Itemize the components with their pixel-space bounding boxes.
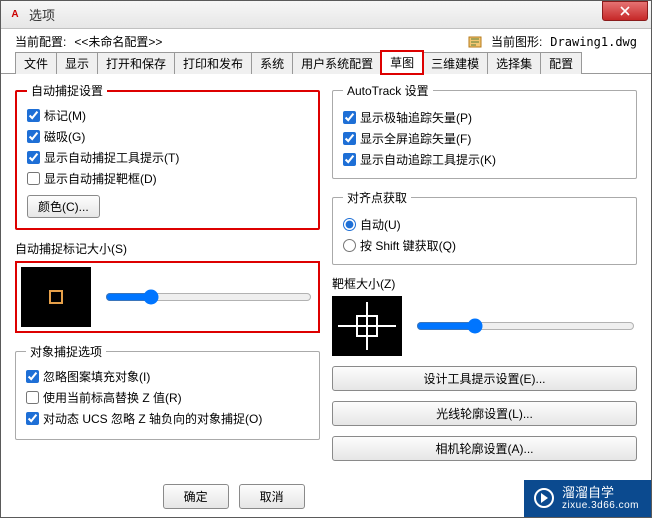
window-title: 选项 — [29, 5, 649, 24]
autosnap-tooltip-row[interactable]: 显示自动捕捉工具提示(T) — [27, 147, 308, 168]
marker-size-label: 自动捕捉标记大小(S) — [15, 240, 320, 257]
profile-bar: 当前配置: <<未命名配置>> 当前图形: Drawing1.dwg — [1, 29, 651, 52]
ok-button[interactable]: 确定 — [163, 484, 229, 509]
tab-3d-modeling[interactable]: 三维建模 — [422, 52, 488, 74]
shift-acq-radio[interactable] — [343, 239, 356, 252]
right-column: AutoTrack 设置 显示极轴追踪矢量(P) 显示全屏追踪矢量(F) 显示自… — [332, 82, 637, 461]
aperture-size-section: 靶框大小(Z) — [332, 275, 637, 356]
drawing-icon — [467, 34, 483, 50]
current-drawing-label: 当前图形: — [491, 33, 542, 50]
close-button[interactable] — [602, 1, 648, 21]
tab-files[interactable]: 文件 — [15, 52, 57, 74]
aperture-box-checkbox[interactable] — [27, 172, 40, 185]
alignment-acquisition-group: 对齐点获取 自动(U) 按 Shift 键获取(Q) — [332, 189, 637, 265]
marker-label: 标记(M) — [44, 107, 86, 124]
tab-drafting[interactable]: 草图 — [381, 51, 423, 74]
track-tooltip-checkbox[interactable] — [343, 153, 356, 166]
polar-vec-checkbox[interactable] — [343, 111, 356, 124]
marker-size-section: 自动捕捉标记大小(S) — [15, 240, 320, 333]
aperture-box-icon — [356, 315, 378, 337]
replace-z-row[interactable]: 使用当前标高替换 Z 值(R) — [26, 387, 309, 408]
tab-open-save[interactable]: 打开和保存 — [97, 52, 175, 74]
design-tooltip-settings-button[interactable]: 设计工具提示设置(E)... — [332, 366, 637, 391]
alignment-acq-legend: 对齐点获取 — [343, 189, 411, 206]
autotrack-legend: AutoTrack 设置 — [343, 82, 433, 99]
marker-preview — [21, 267, 91, 327]
marker-checkbox[interactable] — [27, 109, 40, 122]
options-window: A 选项 当前配置: <<未命名配置>> 当前图形: Drawing1.dwg … — [0, 0, 652, 518]
play-icon — [534, 488, 554, 508]
marker-size-highlight — [15, 261, 320, 333]
tab-selection[interactable]: 选择集 — [487, 52, 541, 74]
tab-strip: 文件 显示 打开和保存 打印和发布 系统 用户系统配置 草图 三维建模 选择集 … — [1, 52, 651, 74]
fullscreen-vec-checkbox[interactable] — [343, 132, 356, 145]
aperture-preview — [332, 296, 402, 356]
track-tooltip-row[interactable]: 显示自动追踪工具提示(K) — [343, 149, 626, 170]
magnet-checkbox[interactable] — [27, 130, 40, 143]
ignore-hatch-row[interactable]: 忽略图案填充对象(I) — [26, 366, 309, 387]
cancel-button[interactable]: 取消 — [239, 484, 305, 509]
osnap-options-group: 对象捕捉选项 忽略图案填充对象(I) 使用当前标高替换 Z 值(R) 对动态 U… — [15, 343, 320, 440]
ignore-hatch-checkbox[interactable] — [26, 370, 39, 383]
polar-vec-row[interactable]: 显示极轴追踪矢量(P) — [343, 107, 626, 128]
marker-size-slider[interactable] — [105, 289, 312, 305]
tab-plot[interactable]: 打印和发布 — [174, 52, 252, 74]
auto-acq-radio[interactable] — [343, 218, 356, 231]
fullscreen-vec-label: 显示全屏追踪矢量(F) — [360, 130, 471, 147]
content-area: 自动捕捉设置 标记(M) 磁吸(G) 显示自动捕捉工具提示(T) 显示自动捕捉靶… — [1, 74, 651, 467]
tab-profiles[interactable]: 配置 — [540, 52, 582, 74]
camera-glyph-settings-button[interactable]: 相机轮廓设置(A)... — [332, 436, 637, 461]
aperture-box-label: 显示自动捕捉靶框(D) — [44, 170, 157, 187]
magnet-row[interactable]: 磁吸(G) — [27, 126, 308, 147]
osnap-options-legend: 对象捕捉选项 — [26, 343, 106, 360]
polar-vec-label: 显示极轴追踪矢量(P) — [360, 109, 472, 126]
shift-acq-row[interactable]: 按 Shift 键获取(Q) — [343, 235, 626, 256]
marker-row[interactable]: 标记(M) — [27, 105, 308, 126]
watermark: 溜溜自学 zixue.3d66.com — [524, 480, 651, 517]
autosnap-legend: 自动捕捉设置 — [27, 82, 107, 99]
track-tooltip-label: 显示自动追踪工具提示(K) — [360, 151, 496, 168]
ignore-hatch-label: 忽略图案填充对象(I) — [43, 368, 150, 385]
replace-z-checkbox[interactable] — [26, 391, 39, 404]
auto-acq-label: 自动(U) — [360, 216, 401, 233]
watermark-url: zixue.3d66.com — [562, 500, 639, 511]
tab-user-prefs[interactable]: 用户系统配置 — [292, 52, 382, 74]
colors-button[interactable]: 颜色(C)... — [27, 195, 100, 218]
aperture-box-row[interactable]: 显示自动捕捉靶框(D) — [27, 168, 308, 189]
autotrack-group: AutoTrack 设置 显示极轴追踪矢量(P) 显示全屏追踪矢量(F) 显示自… — [332, 82, 637, 179]
titlebar: A 选项 — [1, 1, 651, 29]
aperture-size-slider[interactable] — [416, 318, 635, 334]
magnet-label: 磁吸(G) — [44, 128, 85, 145]
marker-square-icon — [49, 290, 63, 304]
tab-system[interactable]: 系统 — [251, 52, 293, 74]
autosnap-tooltip-label: 显示自动捕捉工具提示(T) — [44, 149, 179, 166]
autosnap-tooltip-checkbox[interactable] — [27, 151, 40, 164]
ignore-neg-z-row[interactable]: 对动态 UCS 忽略 Z 轴负向的对象捕捉(O) — [26, 408, 309, 429]
tab-display[interactable]: 显示 — [56, 52, 98, 74]
auto-acq-row[interactable]: 自动(U) — [343, 214, 626, 235]
current-profile-value: <<未命名配置>> — [74, 33, 162, 50]
aperture-size-label: 靶框大小(Z) — [332, 275, 637, 292]
watermark-name: 溜溜自学 — [562, 486, 639, 500]
left-column: 自动捕捉设置 标记(M) 磁吸(G) 显示自动捕捉工具提示(T) 显示自动捕捉靶… — [15, 82, 320, 461]
ignore-neg-z-checkbox[interactable] — [26, 412, 39, 425]
light-glyph-settings-button[interactable]: 光线轮廓设置(L)... — [332, 401, 637, 426]
fullscreen-vec-row[interactable]: 显示全屏追踪矢量(F) — [343, 128, 626, 149]
current-profile-label: 当前配置: — [15, 33, 66, 50]
app-icon: A — [7, 7, 23, 23]
replace-z-label: 使用当前标高替换 Z 值(R) — [43, 389, 182, 406]
close-icon — [620, 6, 630, 16]
shift-acq-label: 按 Shift 键获取(Q) — [360, 237, 456, 254]
current-drawing-value: Drawing1.dwg — [550, 35, 637, 49]
ignore-neg-z-label: 对动态 UCS 忽略 Z 轴负向的对象捕捉(O) — [43, 410, 262, 427]
autosnap-settings-group: 自动捕捉设置 标记(M) 磁吸(G) 显示自动捕捉工具提示(T) 显示自动捕捉靶… — [15, 82, 320, 230]
